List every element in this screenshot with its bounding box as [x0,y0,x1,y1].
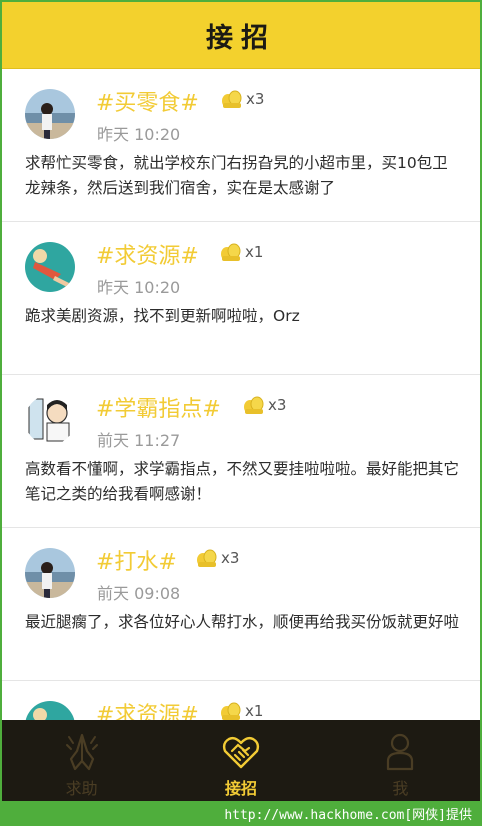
tab-me[interactable]: 我 [321,720,480,801]
coin-stack-icon [222,90,242,108]
request-tag[interactable]: #打水# [96,544,177,576]
post-time: 昨天 10:20 [97,125,181,144]
reward-badge: x1 [219,242,263,262]
bottom-tab-bar: 求助 接招 我 [2,720,480,801]
post-time: 昨天 10:20 [97,278,181,297]
reward-badge: x1 [219,701,263,721]
watermark-text: http://www.hackhome.com[网侠]提供 [0,801,482,826]
request-tag[interactable]: #学霸指点# [96,391,221,423]
request-tag[interactable]: #求资源# [96,238,199,270]
request-card[interactable]: #求资源# x1 昨天 10:20 跪求美剧资源，找不到更新啊啦啦，Orz [2,222,480,375]
app-header: 接招 [2,2,480,69]
coin-stack-icon [197,549,217,567]
handshake-icon [222,736,260,769]
tab-help[interactable]: 求助 [2,720,161,801]
request-card[interactable]: #学霸指点# x3 前天 11:27 高数看不懂啊，求学霸指点，不然又要挂啦啦啦… [2,375,480,528]
user-avatar[interactable] [25,242,75,292]
avatar-woman-lake-icon [25,548,75,598]
reward-badge: x3 [220,89,264,109]
user-avatar[interactable] [25,89,75,139]
avatar-swimmer-icon [25,242,75,292]
page-title: 接招 [206,22,276,54]
reward-count: x1 [245,702,264,720]
pray-hands-icon [65,733,98,771]
coin-stack-icon [244,396,264,414]
person-icon [387,733,414,771]
request-card[interactable]: #求资源# x1 [2,681,480,721]
coin-stack-icon [221,702,241,720]
reward-count: x1 [245,243,264,261]
user-avatar[interactable] [25,548,75,598]
user-avatar[interactable] [25,395,75,445]
request-card[interactable]: #买零食# x3 昨天 10:20 求帮忙买零食，就出学校东门右拐旮旯的小超市里… [2,69,480,222]
tab-accept-label: 接招 [224,779,257,798]
reward-badge: x3 [195,548,239,568]
app-frame: 接招 #买零食# x3 昨天 10:20 求帮忙买零食，就出学校东门右拐旮旯的小… [2,2,480,801]
tab-me-label: 我 [392,779,409,798]
avatar-woman-lake-icon [25,89,75,139]
tab-help-label: 求助 [65,779,98,798]
post-time: 前天 09:08 [97,584,181,603]
reward-count: x3 [221,549,240,567]
avatar-cartoon-girl-icon [25,395,75,445]
post-time: 前天 11:27 [97,431,181,450]
tab-accept[interactable]: 接招 [161,720,320,801]
request-description: 高数看不懂啊，求学霸指点，不然又要挂啦啦啦。最好能把其它笔记之类的给我看啊感谢！ [25,460,460,503]
request-feed[interactable]: #买零食# x3 昨天 10:20 求帮忙买零食，就出学校东门右拐旮旯的小超市里… [2,69,480,721]
request-description: 求帮忙买零食，就出学校东门右拐旮旯的小超市里，买10包卫龙辣条，然后送到我们宿舍… [25,154,448,197]
reward-badge: x3 [242,395,286,415]
request-description: 跪求美剧资源，找不到更新啊啦啦，Orz [25,307,300,325]
request-description: 最近腿瘸了，求各位好心人帮打水，顺便再给我买份饭就更好啦 [25,613,460,631]
avatar-swimmer-icon [25,701,75,721]
reward-count: x3 [246,90,265,108]
request-tag[interactable]: #求资源# [96,697,199,721]
coin-stack-icon [221,243,241,261]
user-avatar[interactable] [25,701,75,721]
request-tag[interactable]: #买零食# [96,85,199,117]
request-card[interactable]: #打水# x3 前天 09:08 最近腿瘸了，求各位好心人帮打水，顺便再给我买份… [2,528,480,681]
reward-count: x3 [268,396,287,414]
